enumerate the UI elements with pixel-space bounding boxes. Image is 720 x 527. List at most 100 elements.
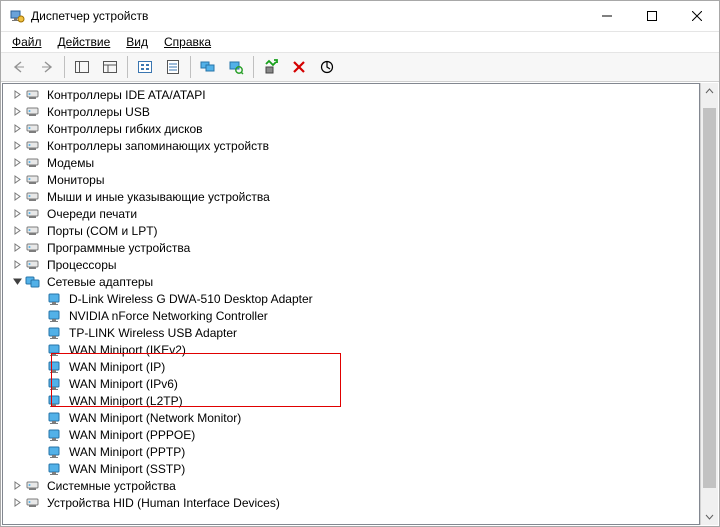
app-icon — [9, 8, 25, 24]
tree-device[interactable]: WAN Miniport (IKEv2) — [3, 341, 699, 358]
back-button[interactable] — [6, 54, 32, 80]
tree-category-monitors[interactable]: Мониторы — [3, 171, 699, 188]
chevron-right-icon[interactable] — [9, 257, 25, 273]
titlebar[interactable]: Диспетчер устройств — [1, 1, 719, 32]
window-title: Диспетчер устройств — [31, 9, 584, 23]
monitors-button[interactable] — [195, 54, 221, 80]
device-label: WAN Miniport (PPTP) — [67, 444, 187, 460]
tree-category-ports[interactable]: Порты (COM и LPT) — [3, 222, 699, 239]
storage-controller-icon — [25, 138, 41, 154]
enable-device-button[interactable] — [258, 54, 284, 80]
update-driver-button[interactable] — [314, 54, 340, 80]
chevron-right-icon[interactable] — [9, 172, 25, 188]
network-adapter-icon — [47, 308, 63, 324]
view-menu-button[interactable] — [132, 54, 158, 80]
help-button[interactable] — [97, 54, 123, 80]
software-device-icon — [25, 240, 41, 256]
device-label: NVIDIA nForce Networking Controller — [67, 308, 270, 324]
category-label: Мониторы — [45, 172, 106, 188]
vertical-scrollbar[interactable] — [700, 83, 718, 525]
tree-device[interactable]: NVIDIA nForce Networking Controller — [3, 307, 699, 324]
tree-device[interactable]: WAN Miniport (PPTP) — [3, 443, 699, 460]
device-label: WAN Miniport (IP) — [67, 359, 167, 375]
tree-category-storage[interactable]: Контроллеры запоминающих устройств — [3, 137, 699, 154]
category-label: Контроллеры гибких дисков — [45, 121, 205, 137]
device-label: WAN Miniport (L2TP) — [67, 393, 185, 409]
chevron-right-icon[interactable] — [9, 121, 25, 137]
category-label: Программные устройства — [45, 240, 192, 256]
tree-category-floppy[interactable]: Контроллеры гибких дисков — [3, 120, 699, 137]
cpu-icon — [25, 257, 41, 273]
tree-device[interactable]: WAN Miniport (PPPOE) — [3, 426, 699, 443]
chevron-right-icon[interactable] — [9, 87, 25, 103]
category-label: Контроллеры USB — [45, 104, 152, 120]
toolbar-sep — [253, 56, 254, 78]
show-hide-console-tree-button[interactable] — [69, 54, 95, 80]
chevron-right-icon[interactable] — [9, 104, 25, 120]
tree-device[interactable]: WAN Miniport (Network Monitor) — [3, 409, 699, 426]
network-adapter-icon — [47, 376, 63, 392]
tree-category-print[interactable]: Очереди печати — [3, 205, 699, 222]
content-area: Контроллеры IDE ATA/ATAPIКонтроллеры USB… — [1, 82, 719, 526]
menu-action[interactable]: Действие — [51, 33, 118, 51]
menu-help[interactable]: Справка — [157, 33, 218, 51]
chevron-right-icon[interactable] — [9, 478, 25, 494]
port-icon — [25, 223, 41, 239]
network-adapter-icon — [47, 461, 63, 477]
properties-button[interactable] — [160, 54, 186, 80]
tree-category-modems[interactable]: Модемы — [3, 154, 699, 171]
category-label: Контроллеры запоминающих устройств — [45, 138, 271, 154]
category-label: Порты (COM и LPT) — [45, 223, 160, 239]
device-manager-window: Диспетчер устройств Файл Действие Вид Сп… — [0, 0, 720, 527]
chevron-right-icon[interactable] — [9, 223, 25, 239]
modem-icon — [25, 155, 41, 171]
forward-button[interactable] — [34, 54, 60, 80]
chevron-right-icon[interactable] — [9, 189, 25, 205]
device-label: TP-LINK Wireless USB Adapter — [67, 325, 239, 341]
category-label: Сетевые адаптеры — [45, 274, 155, 290]
category-label: Очереди печати — [45, 206, 139, 222]
tree-category-software[interactable]: Программные устройства — [3, 239, 699, 256]
printer-icon — [25, 206, 41, 222]
tree-category-cpu[interactable]: Процессоры — [3, 256, 699, 273]
chevron-right-icon[interactable] — [9, 206, 25, 222]
tree-device[interactable]: WAN Miniport (IPv6) — [3, 375, 699, 392]
tree-device[interactable]: WAN Miniport (L2TP) — [3, 392, 699, 409]
floppy-controller-icon — [25, 121, 41, 137]
tree-category-network[interactable]: Сетевые адаптеры — [3, 273, 699, 290]
hid-icon — [25, 495, 41, 511]
device-tree[interactable]: Контроллеры IDE ATA/ATAPIКонтроллеры USB… — [2, 83, 700, 525]
monitor-category-icon — [25, 172, 41, 188]
tree-category-ide[interactable]: Контроллеры IDE ATA/ATAPI — [3, 86, 699, 103]
device-label: D-Link Wireless G DWA-510 Desktop Adapte… — [67, 291, 315, 307]
scan-hardware-button[interactable] — [223, 54, 249, 80]
tree-category-hid[interactable]: Устройства HID (Human Interface Devices) — [3, 494, 699, 511]
chevron-right-icon[interactable] — [9, 138, 25, 154]
menu-view[interactable]: Вид — [119, 33, 155, 51]
tree-device[interactable]: D-Link Wireless G DWA-510 Desktop Adapte… — [3, 290, 699, 307]
scroll-down-button[interactable] — [701, 508, 718, 525]
tree-device[interactable]: WAN Miniport (IP) — [3, 358, 699, 375]
toolbar-sep — [127, 56, 128, 78]
maximize-button[interactable] — [629, 1, 674, 31]
category-label: Системные устройства — [45, 478, 178, 494]
chevron-right-icon[interactable] — [9, 155, 25, 171]
minimize-button[interactable] — [584, 1, 629, 31]
tree-category-system[interactable]: Системные устройства — [3, 477, 699, 494]
scroll-thumb[interactable] — [703, 108, 716, 488]
close-button[interactable] — [674, 1, 719, 31]
usb-controller-icon — [25, 104, 41, 120]
chevron-right-icon[interactable] — [9, 495, 25, 511]
uninstall-device-button[interactable] — [286, 54, 312, 80]
tree-category-hid_mouse[interactable]: Мыши и иные указывающие устройства — [3, 188, 699, 205]
menu-file[interactable]: Файл — [5, 33, 49, 51]
toolbar-sep — [190, 56, 191, 78]
scroll-up-button[interactable] — [701, 83, 718, 100]
chevron-down-icon[interactable] — [9, 274, 25, 290]
system-device-icon — [25, 478, 41, 494]
tree-category-usb[interactable]: Контроллеры USB — [3, 103, 699, 120]
tree-device[interactable]: WAN Miniport (SSTP) — [3, 460, 699, 477]
chevron-right-icon[interactable] — [9, 240, 25, 256]
scroll-track[interactable] — [701, 100, 718, 508]
tree-device[interactable]: TP-LINK Wireless USB Adapter — [3, 324, 699, 341]
